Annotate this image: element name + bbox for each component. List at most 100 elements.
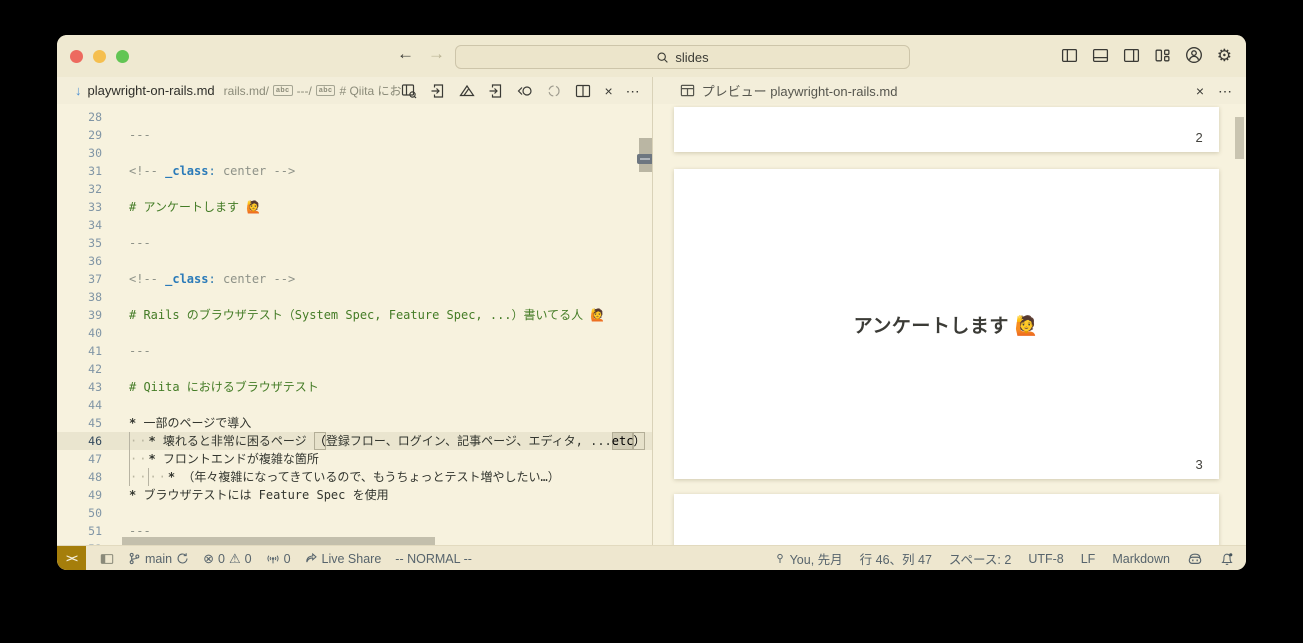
code-line[interactable]: 41 --- bbox=[57, 342, 652, 360]
git-blame-indicator[interactable]: You, 先月 bbox=[774, 549, 843, 568]
open-preview-to-side-icon[interactable] bbox=[401, 83, 417, 99]
marp-toggle-icon[interactable] bbox=[459, 83, 476, 99]
slides-container: 2 アンケートします 🙋 3 bbox=[653, 104, 1246, 545]
encoding-indicator[interactable]: UTF-8 bbox=[1028, 552, 1063, 566]
preview-scrollbar[interactable] bbox=[1235, 117, 1244, 159]
language-mode-indicator[interactable]: Markdown bbox=[1112, 552, 1170, 566]
code-line[interactable]: 28 bbox=[57, 108, 652, 126]
breadcrumb[interactable]: rails.md/ abc ---/ abc # Qiita にお bbox=[224, 82, 402, 99]
code-line[interactable]: 37 <!-- _class: center --> bbox=[57, 270, 652, 288]
git-branch-indicator[interactable]: main bbox=[128, 552, 189, 566]
toggle-primary-sidebar-icon[interactable] bbox=[1061, 47, 1078, 64]
line-number: 48 bbox=[88, 470, 102, 484]
line-number: 35 bbox=[88, 236, 102, 250]
line-number: 33 bbox=[88, 200, 102, 214]
close-editor-icon[interactable]: × bbox=[604, 84, 612, 98]
live-share-button[interactable]: Live Share bbox=[305, 552, 381, 566]
code-line[interactable]: 34 bbox=[57, 216, 652, 234]
remote-indicator[interactable]: >< bbox=[57, 546, 86, 570]
ports-indicator[interactable]: 0 bbox=[266, 552, 291, 566]
minimize-window-button[interactable] bbox=[93, 50, 106, 63]
vim-mode-indicator[interactable]: -- NORMAL -- bbox=[395, 552, 472, 566]
sync-scroll-icon[interactable] bbox=[546, 83, 562, 99]
split-editor-icon[interactable] bbox=[575, 83, 591, 99]
code-line[interactable]: 47 ·· * フロントエンドが複雑な箇所 bbox=[57, 450, 652, 468]
cursor-position-indicator[interactable]: 行 46、列 47 bbox=[860, 549, 932, 568]
history-forward-button[interactable]: → bbox=[428, 44, 445, 64]
code-line[interactable]: 30 bbox=[57, 144, 652, 162]
error-icon: ⊗ bbox=[203, 551, 214, 566]
code-editor[interactable]: 28 29 --- 30 31 <!-- _class: center --> 32 33 # … bbox=[57, 104, 652, 545]
code-line[interactable]: 31 <!-- _class: center --> bbox=[57, 162, 652, 180]
code-line[interactable]: 42 bbox=[57, 360, 652, 378]
code-line[interactable]: 33 # アンケートします 🙋 bbox=[57, 198, 652, 216]
panel-layout-indicator[interactable] bbox=[100, 552, 114, 566]
search-value: slides bbox=[675, 49, 709, 65]
settings-gear-icon[interactable]: ⚙ bbox=[1217, 47, 1232, 64]
account-icon[interactable] bbox=[1185, 46, 1203, 64]
customize-layout-icon[interactable] bbox=[1154, 47, 1171, 64]
line-number: 34 bbox=[88, 218, 102, 232]
breadcrumb-heading[interactable]: # Qiita にお bbox=[339, 82, 401, 99]
code-line[interactable]: 50 bbox=[57, 504, 652, 522]
problems-indicator[interactable]: ⊗ 0 ⚠ 0 bbox=[203, 552, 251, 566]
more-actions-icon[interactable]: ⋯ bbox=[626, 84, 640, 98]
line-number: 30 bbox=[88, 146, 102, 160]
editor-tab-filename[interactable]: playwright-on-rails.md bbox=[88, 83, 215, 98]
line-number: 45 bbox=[88, 416, 102, 430]
code-segment-cmt: center bbox=[222, 164, 274, 178]
line-number: 50 bbox=[88, 506, 102, 520]
preview-more-actions-icon[interactable]: ⋯ bbox=[1218, 84, 1232, 98]
code-line[interactable]: 45 * 一部のページで導入 bbox=[57, 414, 652, 432]
commit-icon bbox=[776, 553, 783, 563]
line-number: 39 bbox=[88, 308, 102, 322]
code-segment-kw: _class bbox=[165, 272, 209, 286]
export-slide-deck-icon[interactable] bbox=[430, 83, 446, 99]
code-line[interactable]: 48 ·· ·· * （年々複雑になってきているので、もうちょっとテスト増やしたい…） bbox=[57, 468, 652, 486]
code-line[interactable]: 43 # Qiita におけるブラウザテスト bbox=[57, 378, 652, 396]
breadcrumb-file[interactable]: rails.md/ bbox=[224, 84, 269, 98]
toggle-panel-icon[interactable] bbox=[1092, 47, 1109, 64]
toggle-secondary-sidebar-icon[interactable] bbox=[1123, 47, 1140, 64]
preview-pane: プレビュー playwright-on-rails.md × ⋯ 2 アンケートし… bbox=[651, 77, 1246, 545]
code-text: # Qiita におけるブラウザテスト bbox=[109, 378, 652, 396]
code-segment-star: * bbox=[167, 470, 183, 484]
eol-indicator[interactable]: LF bbox=[1081, 552, 1096, 566]
code-line[interactable]: 36 bbox=[57, 252, 652, 270]
preview-tab-title[interactable]: プレビュー playwright-on-rails.md bbox=[702, 81, 898, 100]
code-line[interactable]: 32 bbox=[57, 180, 652, 198]
slide-page-number: 3 bbox=[1195, 457, 1203, 472]
code-text: # Rails のブラウザテスト（System Spec, Feature Sp… bbox=[109, 306, 652, 324]
line-number: 44 bbox=[88, 398, 102, 412]
code-line[interactable]: 40 bbox=[57, 324, 652, 342]
code-text: --- bbox=[109, 342, 652, 360]
zoom-window-button[interactable] bbox=[116, 50, 129, 63]
editor-horizontal-scrollbar[interactable] bbox=[122, 537, 435, 545]
code-line[interactable]: 35 --- bbox=[57, 234, 652, 252]
code-segment-emoji: 🙋 bbox=[590, 308, 606, 322]
code-segment-hr: --- bbox=[129, 344, 151, 358]
notifications-bell[interactable] bbox=[1220, 552, 1234, 566]
close-window-button[interactable] bbox=[70, 50, 83, 63]
code-line[interactable]: 44 bbox=[57, 396, 652, 414]
code-line[interactable]: 39 # Rails のブラウザテスト（System Spec, Feature … bbox=[57, 306, 652, 324]
indentation-indicator[interactable]: スペース: 2 bbox=[949, 549, 1011, 568]
copy-file-icon[interactable] bbox=[488, 83, 504, 99]
history-back-button[interactable]: ← bbox=[397, 44, 414, 64]
code-line[interactable]: 29 --- bbox=[57, 126, 652, 144]
code-line[interactable]: 46 ·· * 壊れると非常に困るページ （登録フロー、ログイン、記事ページ、エディ… bbox=[57, 432, 652, 450]
code-line[interactable]: 49 * ブラウザテストには Feature Spec を使用 bbox=[57, 486, 652, 504]
command-center-search[interactable]: slides bbox=[455, 45, 910, 69]
open-preview-icon[interactable] bbox=[517, 83, 533, 99]
close-preview-icon[interactable]: × bbox=[1196, 84, 1204, 98]
line-number: 32 bbox=[88, 182, 102, 196]
breadcrumb-section[interactable]: ---/ bbox=[297, 84, 312, 98]
title-bar: ← → slides ⚙ bbox=[57, 35, 1246, 77]
slide-preview[interactable]: 2 アンケートします 🙋 3 bbox=[653, 104, 1246, 545]
copilot-status[interactable] bbox=[1187, 552, 1203, 566]
code-line[interactable]: 38 bbox=[57, 288, 652, 306]
sash-grabber[interactable] bbox=[636, 154, 652, 164]
